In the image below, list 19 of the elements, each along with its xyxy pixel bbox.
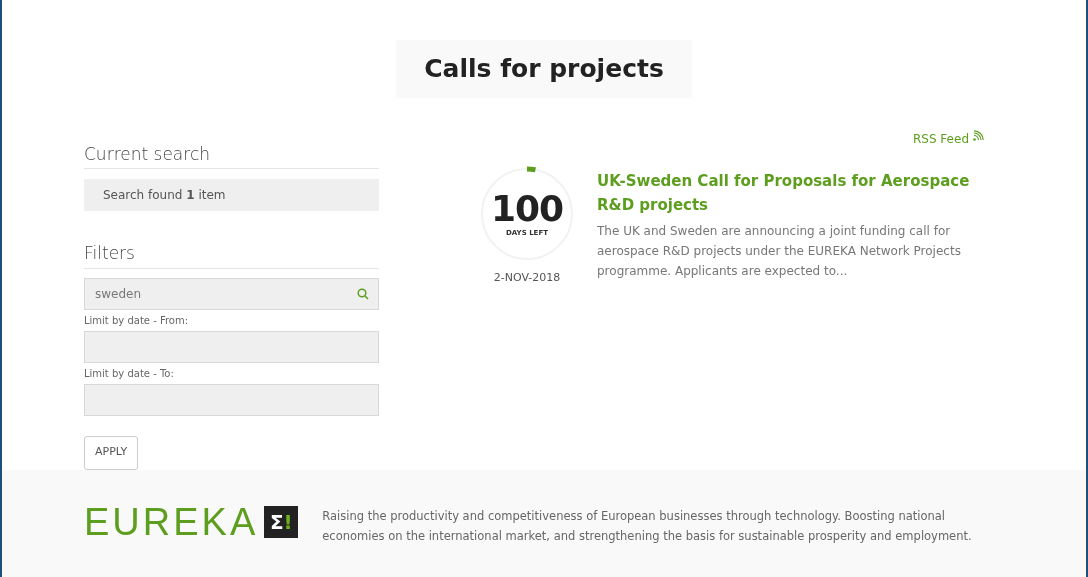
eureka-logo[interactable]: EUREKA Σ!: [84, 504, 299, 539]
apply-button[interactable]: APPLY: [84, 435, 139, 470]
date-field[interactable]: [84, 383, 379, 416]
search-summary: Search found 1 item: [103, 187, 226, 205]
rss-link[interactable]: RSS Feed: [913, 129, 984, 166]
page-title: Calls for projects: [396, 40, 692, 98]
call-summary: The UK and Sweden are announcing a joint funding call for aerospace R&D projects under the EUREKA Network Projects programme. Applicants are expected to...: [597, 222, 962, 280]
field-label: Limit by date - From:: [84, 313, 190, 328]
deadline-date: 2-NOV-2018: [493, 269, 561, 286]
section-heading: Current search: [84, 141, 379, 170]
rss-icon: [973, 129, 984, 141]
footer-tagline: Raising the productivity and competitiveness of European businesses through technology. Boosting national economies on the international market, and strengthening the basis for sustainable prosperity and employment.: [322, 507, 973, 545]
search-icon[interactable]: [357, 287, 369, 300]
days-count: 100: [490, 190, 564, 229]
field-label: Limit by date - To:: [84, 366, 175, 381]
search-field[interactable]: sweden: [84, 277, 379, 310]
section-heading: Filters: [84, 241, 379, 269]
call-title-link[interactable]: UK-Sweden Call for Proposals for Aerospace R&D projects: [597, 168, 974, 217]
date-field[interactable]: [84, 330, 379, 363]
